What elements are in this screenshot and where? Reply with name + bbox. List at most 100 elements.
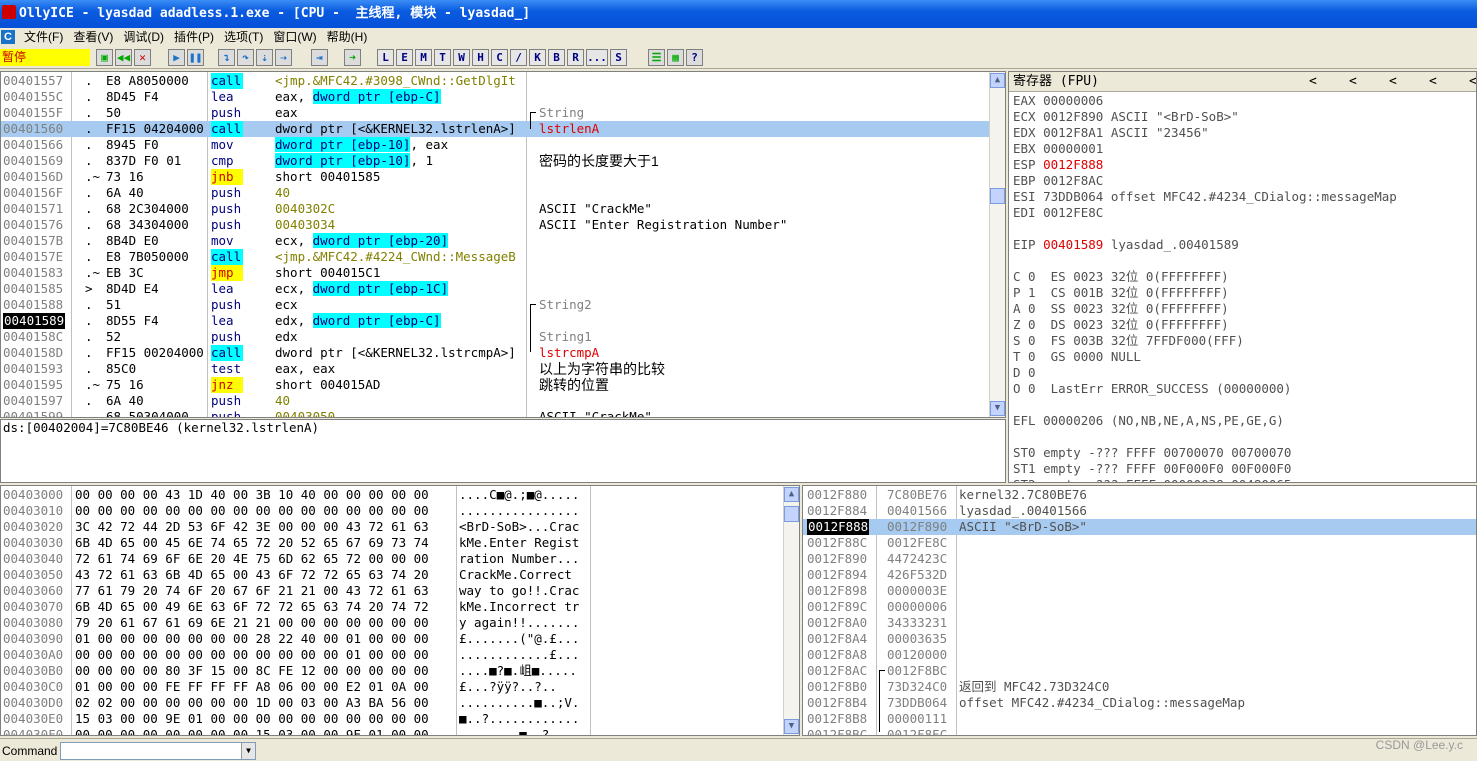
disasm-row[interactable]: 00401585 >8D4D E4 lea ecx, dword ptr [ebp-1… — [1, 281, 1005, 297]
registers-header[interactable]: 寄存器 (FPU) < < < < < — [1009, 72, 1476, 92]
execute-till-return-icon[interactable]: ⇥ — [311, 49, 328, 66]
register-line[interactable]: ESI 73DDB064 offset MFC42.#4234_CDialog:… — [1013, 189, 1397, 205]
step-over-icon[interactable]: ↷ — [237, 49, 254, 66]
menu-item[interactable]: 窗口(W) — [268, 28, 321, 46]
disasm-row[interactable]: 0040158C. 52 push edx String1 — [1, 329, 1005, 345]
restart-icon[interactable]: ◀◀ — [115, 49, 132, 66]
disasm-row[interactable]: 0040156D .~ 73 16 jnb short 00401585 — [1, 169, 1005, 185]
step-into-icon[interactable]: ↴ — [218, 49, 235, 66]
dump-row[interactable]: 00403000 00 00 00 00 43 1D 40 00 3B 10 40… — [1, 487, 799, 503]
stack-row[interactable]: 0012F898 0000003E — [803, 583, 1476, 599]
disasm-row[interactable]: 00401566. 8945 F0 mov dword ptr [ebp-10], e… — [1, 137, 1005, 153]
toolbar-button-9[interactable]: B — [548, 49, 565, 66]
menu-item[interactable]: 文件(F) — [19, 28, 68, 46]
run-icon[interactable]: ▶ — [168, 49, 185, 66]
register-line[interactable]: D 0 — [1013, 365, 1397, 381]
toolbar-button-0[interactable]: L — [377, 49, 394, 66]
register-line[interactable]: O 0 LastErr ERROR_SUCCESS (00000000) — [1013, 381, 1397, 397]
scroll-up-icon[interactable]: ▲ — [990, 73, 1005, 88]
register-panel-arrow[interactable]: < — [1469, 72, 1476, 92]
stack-row[interactable]: 0012F890 4472423C — [803, 551, 1476, 567]
dump-scrollbar[interactable]: ▲ ▼ — [783, 486, 799, 735]
dump-row[interactable]: 00403010 00 00 00 00 00 00 00 00 00 00 00… — [1, 503, 799, 519]
toolbar-button-10[interactable]: R — [567, 49, 584, 66]
disasm-row[interactable]: 00401595 .~ 75 16 jnz short 004015AD 跳转的位置 — [1, 377, 1005, 393]
stack-row[interactable]: 0012F8B4 73DDB064 offset MFC42.#4234_CDial… — [803, 695, 1476, 711]
register-line[interactable]: ST0 empty -??? FFFF 00700070 00700070 — [1013, 445, 1397, 461]
toolbar-button-2[interactable]: M — [415, 49, 432, 66]
disasm-row[interactable]: 00401583 .~ EB 3C jmp short 004015C1 — [1, 265, 1005, 281]
toolbar-button-8[interactable]: K — [529, 49, 546, 66]
goto-icon[interactable]: ➜ — [344, 49, 361, 66]
toolbar-button-12[interactable]: S — [610, 49, 627, 66]
toolbar-button-1[interactable]: E — [396, 49, 413, 66]
stack-row[interactable]: 0012F880 7C80BE76 kernel32.7C80BE76 — [803, 487, 1476, 503]
scroll-up-icon[interactable]: ▲ — [784, 487, 799, 502]
register-line[interactable]: ST2 empty -??? FFFF 00000038 00480065 — [1013, 477, 1397, 482]
command-input[interactable]: ▼ — [60, 742, 256, 760]
register-line[interactable] — [1013, 429, 1397, 445]
help-icon[interactable]: ? — [686, 49, 703, 66]
dump-row[interactable]: 004030C0 01 00 00 00 FE FF FF FF A8 06 00… — [1, 679, 799, 695]
disasm-row[interactable]: 00401593. 85C0 test eax, eax 以上为字符串的比较 — [1, 361, 1005, 377]
disasm-row[interactable]: 0040156F. 6A 40 push 40 — [1, 185, 1005, 201]
register-line[interactable]: EAX 00000006 — [1013, 93, 1397, 109]
memory-dump-pane[interactable]: 00403000 00 00 00 00 43 1D 40 00 3B 10 40… — [0, 485, 800, 736]
pause-icon[interactable]: ❚❚ — [187, 49, 204, 66]
disasm-row[interactable]: 0040155C. 8D45 F4 lea eax, dword ptr [ebp-C… — [1, 89, 1005, 105]
disasm-row[interactable]: 0040157B. 8B4D E0 mov ecx, dword ptr [ebp-2… — [1, 233, 1005, 249]
stack-row[interactable]: 0012F88C 0012FE8C — [803, 535, 1476, 551]
toolbar-button-6[interactable]: C — [491, 49, 508, 66]
menu-item[interactable]: 插件(P) — [169, 28, 219, 46]
dump-row[interactable]: 00403090 01 00 00 00 00 00 00 00 28 22 40… — [1, 631, 799, 647]
cpu-window-icon[interactable]: C — [1, 30, 15, 44]
stack-row[interactable]: 0012F89C 00000006 — [803, 599, 1476, 615]
trace-into-icon[interactable]: ⇣ — [256, 49, 273, 66]
register-line[interactable]: EDX 0012F8A1 ASCII "23456" — [1013, 125, 1397, 141]
chevron-down-icon[interactable]: ▼ — [241, 743, 255, 759]
grid-icon[interactable]: ▦ — [667, 49, 684, 66]
menu-item[interactable]: 帮助(H) — [322, 28, 373, 46]
register-line[interactable]: S 0 FS 003B 32位 7FFDF000(FFF) — [1013, 333, 1397, 349]
dump-row[interactable]: 004030E0 15 03 00 00 9E 01 00 00 00 00 00… — [1, 711, 799, 727]
register-line[interactable]: Z 0 DS 0023 32位 0(FFFFFFFF) — [1013, 317, 1397, 333]
disassembly-scrollbar[interactable]: ▲ ▼ — [989, 72, 1005, 417]
disasm-row[interactable]: 00401576. 68 34304000 push 00403034 ASCII "E… — [1, 217, 1005, 233]
register-line[interactable]: EDI 0012FE8C — [1013, 205, 1397, 221]
stack-row[interactable]: 0012F884 00401566 lyasdad_.00401566 — [803, 503, 1476, 519]
register-line[interactable] — [1013, 253, 1397, 269]
dump-row[interactable]: 00403020 3C 42 72 44 2D 53 6F 42 3E 00 00… — [1, 519, 799, 535]
open-icon[interactable]: ▣ — [96, 49, 113, 66]
dump-row[interactable]: 00403070 6B 4D 65 00 49 6E 63 6F 72 72 65… — [1, 599, 799, 615]
stack-row[interactable]: 0012F8A0 34333231 — [803, 615, 1476, 631]
stack-row[interactable]: 0012F8A4 00003635 — [803, 631, 1476, 647]
register-panel-arrow[interactable]: < — [1309, 72, 1317, 92]
register-line[interactable]: EIP 00401589 lyasdad_.00401589 — [1013, 237, 1397, 253]
register-line[interactable] — [1013, 397, 1397, 413]
stack-row[interactable]: 0012F894 426F532D — [803, 567, 1476, 583]
scroll-thumb[interactable] — [784, 506, 799, 522]
toolbar-button-4[interactable]: W — [453, 49, 470, 66]
toolbar-button-7[interactable]: / — [510, 49, 527, 66]
stack-row[interactable]: 0012F888 0012F890 ASCII "<BrD-SoB>" — [803, 519, 1476, 535]
disasm-row[interactable]: 00401560. FF15 04204000 call dword ptr [<&K… — [1, 121, 1005, 137]
register-line[interactable]: ESP 0012F888 — [1013, 157, 1397, 173]
registers-pane[interactable]: 寄存器 (FPU) < < < < < EAX 00000006 ECX 0012F890 … — [1008, 71, 1477, 483]
menu-item[interactable]: 查看(V) — [68, 28, 118, 46]
disasm-row[interactable]: 0040158D. FF15 00204000 call dword ptr [<&K… — [1, 345, 1005, 361]
disasm-row[interactable]: 0040155F. 50 push eax String — [1, 105, 1005, 121]
disasm-row[interactable]: 0040157E. E8 7B050000 call <jmp.&MFC42.#422… — [1, 249, 1005, 265]
dump-row[interactable]: 004030F0 00 00 00 00 00 00 00 00 15 03 00… — [1, 727, 799, 735]
stack-row[interactable]: 0012F8B8 00000111 — [803, 711, 1476, 727]
stack-pane[interactable]: 0012F880 7C80BE76 kernel32.7C80BE76 0012F88… — [802, 485, 1477, 736]
register-line[interactable]: T 0 GS 0000 NULL — [1013, 349, 1397, 365]
register-line[interactable]: EBX 00000001 — [1013, 141, 1397, 157]
scroll-thumb[interactable] — [990, 188, 1005, 204]
dump-row[interactable]: 004030D0 02 02 00 00 00 00 00 00 1D 00 03… — [1, 695, 799, 711]
disasm-row[interactable]: 00401557. E8 A8050000 call <jmp.&MFC42.#309… — [1, 73, 1005, 89]
register-line[interactable]: C 0 ES 0023 32位 0(FFFFFFFF) — [1013, 269, 1397, 285]
menu-item[interactable]: 调试(D) — [118, 28, 169, 46]
dump-row[interactable]: 004030B0 00 00 00 00 80 3F 15 00 8C FE 12… — [1, 663, 799, 679]
stack-row[interactable]: 0012F8B0 73D324C0 返回到 MFC42.73D324C0 — [803, 679, 1476, 695]
register-line[interactable]: ECX 0012F890 ASCII "<BrD-SoB>" — [1013, 109, 1397, 125]
